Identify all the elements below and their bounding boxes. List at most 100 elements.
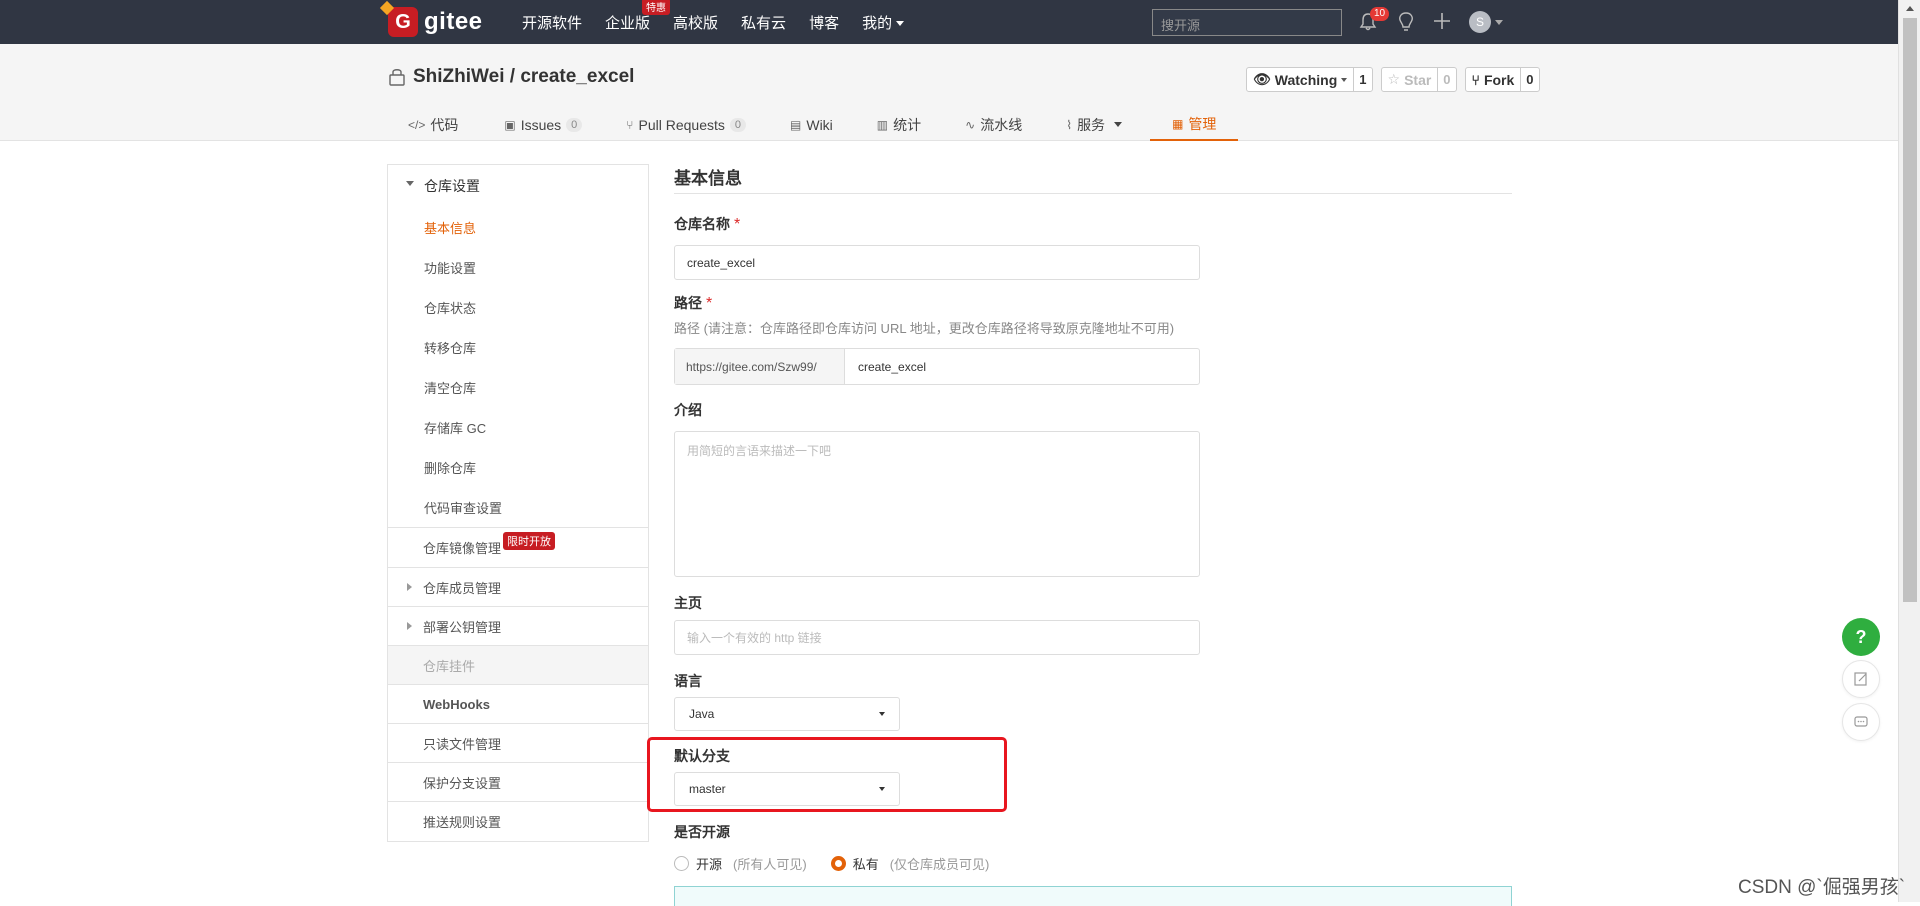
- avatar-chevron-down-icon[interactable]: [1495, 20, 1503, 25]
- tab-wiki[interactable]: ▤ Wiki: [764, 108, 851, 141]
- chart-icon: ▥: [876, 117, 889, 132]
- lightbulb-icon[interactable]: [1396, 11, 1416, 33]
- scroll-thumb[interactable]: [1903, 18, 1917, 602]
- fork-label-wrap: ⑂ Fork: [1466, 68, 1522, 91]
- star-count: 0: [1443, 72, 1451, 87]
- sidebar-item-webhooks[interactable]: WebHooks: [388, 684, 648, 723]
- radio-sub-label: (所有人可见): [733, 857, 807, 872]
- sidebar-section-repo-settings[interactable]: 仓库设置: [388, 165, 648, 207]
- language-label: 语言: [674, 673, 702, 689]
- sidebar-item-label: 部署公钥管理: [423, 619, 502, 635]
- chat-button[interactable]: [1842, 703, 1880, 741]
- avatar[interactable]: S: [1469, 11, 1491, 33]
- tab-label: Issues: [520, 116, 562, 133]
- gitee-logo-icon: G: [388, 7, 418, 37]
- chevron-down-icon: [1114, 122, 1123, 127]
- tab-label: 管理: [1188, 115, 1217, 132]
- sidebar-item-protect-branch[interactable]: 保护分支设置: [388, 762, 648, 801]
- open-source-label: 是否开源: [674, 824, 730, 840]
- sidebar-item-push-rules[interactable]: 推送规则设置: [388, 801, 648, 840]
- tab-pipeline[interactable]: ∿ 流水线: [939, 108, 1040, 141]
- wiki-icon: ▤: [790, 117, 802, 132]
- tab-pull-requests[interactable]: ⑂ Pull Requests 0: [600, 108, 764, 141]
- sidebar-item-plugin[interactable]: 仓库挂件: [388, 645, 648, 684]
- help-button[interactable]: ?: [1842, 618, 1880, 656]
- chat-icon: [1854, 716, 1868, 727]
- repo-name-label-wrap: 仓库名称 *: [674, 214, 740, 234]
- gitee-logo[interactable]: G gitee: [388, 4, 483, 40]
- pipeline-icon: ∿: [965, 117, 976, 132]
- radio-label: 开源: [696, 857, 723, 872]
- intro-textarea[interactable]: 用简短的言语来描述一下吧: [674, 431, 1200, 577]
- pulse-icon: ⌇: [1066, 117, 1073, 132]
- path-label-wrap: 路径 *: [674, 293, 712, 313]
- intro-label: 介绍: [674, 402, 702, 418]
- sidebar-item-features[interactable]: 功能设置: [388, 247, 648, 287]
- page-scrollbar[interactable]: [1898, 0, 1920, 902]
- sidebar-item-readonly-files[interactable]: 只读文件管理: [388, 723, 648, 762]
- notice-box: [674, 886, 1512, 906]
- star-button[interactable]: ☆ Star 0: [1380, 67, 1457, 92]
- form-title: 基本信息: [674, 164, 1512, 194]
- path-input[interactable]: create_excel: [845, 349, 1199, 384]
- nav-private-cloud[interactable]: 私有云: [741, 12, 786, 33]
- tab-label: 流水线: [980, 116, 1023, 133]
- radio-circle-selected: [830, 856, 846, 871]
- repo-name-input[interactable]: create_excel: [674, 245, 1200, 280]
- sidebar-item-deploy-keys[interactable]: 部署公钥管理: [388, 606, 648, 645]
- nav-mine[interactable]: 我的: [862, 12, 905, 33]
- tab-count: 0: [566, 117, 583, 132]
- sidebar-item-mirror[interactable]: 仓库镜像管理 限时开放: [388, 527, 648, 567]
- homepage-input[interactable]: 输入一个有效的 http 链接: [674, 620, 1200, 655]
- language-select[interactable]: Java: [674, 697, 900, 731]
- sidebar-item-code-review[interactable]: 代码审查设置: [388, 487, 648, 527]
- watch-label: Watching: [1274, 71, 1338, 88]
- fork-count: 0: [1526, 72, 1534, 87]
- search-input[interactable]: 搜开源: [1152, 9, 1342, 36]
- required-mark: *: [734, 216, 741, 233]
- main-menu: 开源软件 企业版 特惠 高校版 私有云 博客 我的: [522, 0, 927, 44]
- chevron-down-icon: [879, 712, 885, 716]
- sidebar-item-members[interactable]: 仓库成员管理: [388, 567, 648, 606]
- visibility-radio-group: 开源 (所有人可见) 私有 (仅仓库成员可见): [674, 854, 1013, 873]
- tab-services[interactable]: ⌇ 服务: [1040, 108, 1140, 141]
- edit-icon: [1854, 672, 1867, 686]
- nav-enterprise[interactable]: 企业版 特惠: [605, 0, 671, 33]
- nav-mine-label: 我的: [862, 14, 893, 32]
- repo-tabs: </> 代码 ▣ Issues 0 ⑂ Pull Requests 0 ▤ Wiki ▥ 统计…: [388, 108, 1239, 141]
- tab-count: 0: [729, 117, 747, 132]
- radio-private[interactable]: 私有 (仅仓库成员可见): [830, 854, 989, 873]
- sidebar-item-label: 仓库成员管理: [423, 580, 502, 596]
- radio-label: 私有: [852, 857, 879, 872]
- chevron-right-icon: [407, 583, 412, 591]
- repo-header: ShiZhiWei / create_excel 👁 Watching 1 ☆ St…: [0, 44, 1898, 141]
- chevron-down-icon: [406, 181, 414, 186]
- path-label: 路径: [674, 295, 702, 311]
- sidebar-item-basic-info[interactable]: 基本信息: [388, 207, 648, 247]
- chevron-down-icon: [1341, 77, 1348, 82]
- feedback-button[interactable]: [1842, 660, 1880, 698]
- language-select-value: Java: [689, 707, 715, 721]
- repo-title[interactable]: ShiZhiWei / create_excel: [413, 66, 634, 88]
- sidebar-item-transfer[interactable]: 转移仓库: [388, 327, 648, 367]
- fork-button[interactable]: ⑂ Fork 0: [1464, 67, 1540, 92]
- radio-open-source[interactable]: 开源 (所有人可见): [674, 854, 807, 873]
- star-label-wrap: ☆ Star: [1382, 68, 1439, 91]
- nav-blog[interactable]: 博客: [809, 12, 839, 33]
- notification-count: 10: [1370, 7, 1390, 21]
- scroll-up-icon[interactable]: [1906, 6, 1914, 11]
- watch-count: 1: [1359, 72, 1367, 87]
- watch-button[interactable]: 👁 Watching 1: [1246, 67, 1373, 92]
- nav-open-source[interactable]: 开源软件: [522, 12, 582, 33]
- plus-icon[interactable]: [1432, 11, 1452, 31]
- sidebar-item-gc[interactable]: 存储库 GC: [388, 407, 648, 447]
- tab-code[interactable]: </> 代码: [388, 108, 476, 141]
- nav-university[interactable]: 高校版: [673, 12, 718, 33]
- limited-badge: 限时开放: [503, 531, 556, 550]
- sidebar-item-clear[interactable]: 清空仓库: [388, 367, 648, 407]
- sidebar-item-status[interactable]: 仓库状态: [388, 287, 648, 327]
- tab-issues[interactable]: ▣ Issues 0: [476, 108, 600, 141]
- tab-manage[interactable]: ▦ 管理: [1150, 108, 1239, 141]
- sidebar-item-delete[interactable]: 删除仓库: [388, 447, 648, 487]
- tab-stats[interactable]: ▥ 统计: [851, 108, 939, 141]
